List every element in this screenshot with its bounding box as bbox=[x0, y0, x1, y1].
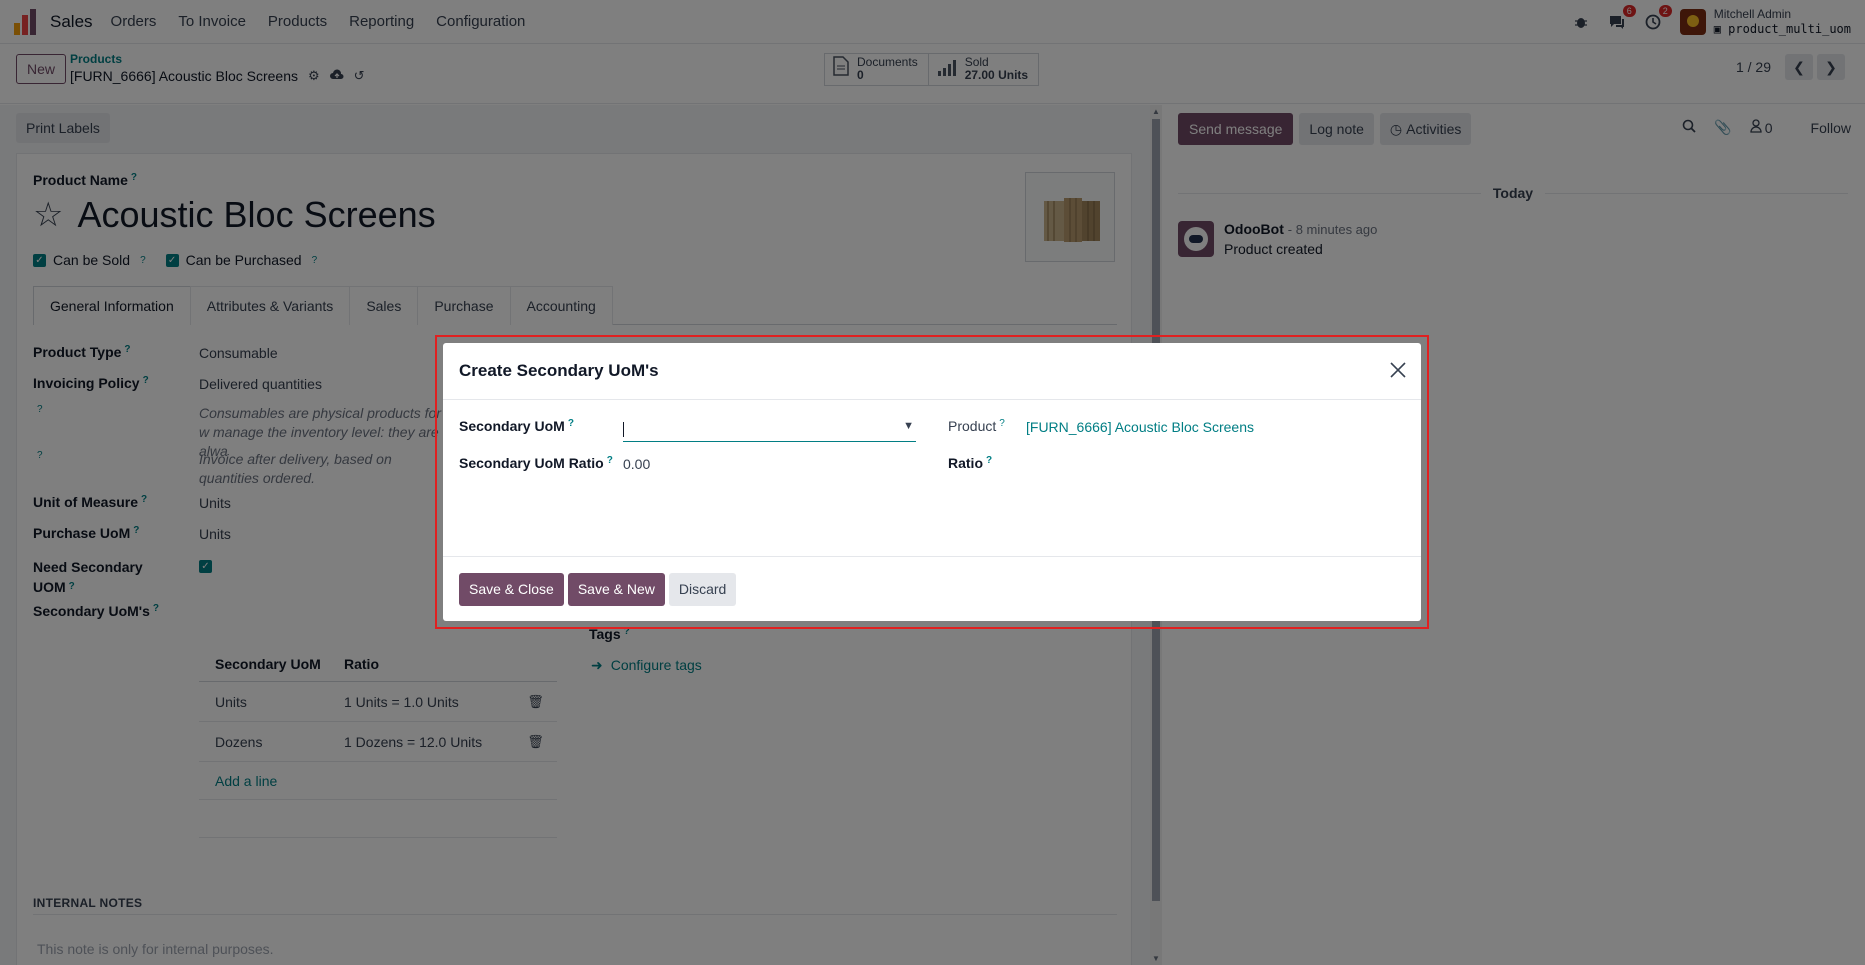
close-icon[interactable] bbox=[1389, 361, 1407, 383]
save-close-button[interactable]: Save & Close bbox=[459, 572, 564, 606]
modal-footer: Save & Close Save & New Discard bbox=[443, 556, 1421, 621]
secondary-uom-ratio-input[interactable]: 0.00 bbox=[623, 456, 650, 472]
text-cursor bbox=[623, 422, 624, 437]
save-new-button[interactable]: Save & New bbox=[567, 572, 665, 606]
secondary-uom-label: Secondary UoM? bbox=[459, 418, 574, 434]
caret-down-icon[interactable]: ▼ bbox=[903, 420, 914, 432]
secondary-uom-input[interactable]: ▼ bbox=[623, 418, 916, 442]
create-secondary-uom-dialog: Create Secondary UoM's Secondary UoM? ▼ … bbox=[443, 343, 1421, 621]
secondary-uom-ratio-label: Secondary UoM Ratio? bbox=[459, 455, 613, 471]
ratio-label: Ratio? bbox=[948, 455, 993, 471]
modal-title: Create Secondary UoM's bbox=[459, 361, 659, 380]
discard-button[interactable]: Discard bbox=[668, 572, 737, 606]
product-label: Product? bbox=[948, 418, 1005, 434]
product-link[interactable]: [FURN_6666] Acoustic Bloc Screens bbox=[1026, 419, 1254, 435]
